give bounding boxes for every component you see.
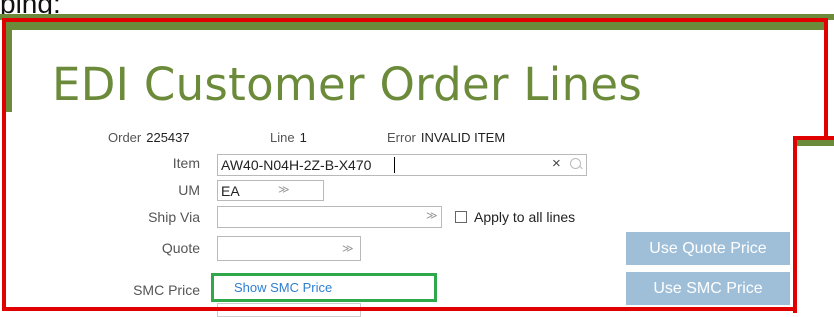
item-label: Item bbox=[172, 155, 200, 171]
error-info: Error INVALID ITEM bbox=[387, 130, 505, 145]
um-label: UM bbox=[178, 182, 200, 198]
top-strip: ping: bbox=[0, 0, 834, 20]
chevron-down-icon: ≫ bbox=[342, 243, 354, 255]
use-quote-price-button[interactable]: Use Quote Price bbox=[626, 232, 790, 265]
smc-price-label: SMC Price bbox=[133, 282, 200, 298]
search-icon[interactable] bbox=[570, 158, 581, 169]
shipvia-select[interactable]: ≫ bbox=[217, 206, 442, 228]
item-input[interactable]: AW40-N04H-2Z-B-X470 × bbox=[217, 154, 587, 176]
header-bar bbox=[6, 22, 824, 30]
um-select[interactable]: EA ≫ bbox=[217, 180, 324, 201]
secondary-header-bar bbox=[797, 140, 834, 146]
apply-all-label: Apply to all lines bbox=[474, 209, 576, 225]
highlight-frame-red-secondary bbox=[793, 136, 834, 313]
text-cursor bbox=[394, 157, 395, 173]
highlight-frame-red-bottom bbox=[2, 307, 794, 311]
show-smc-price-link[interactable]: Show SMC Price bbox=[234, 280, 332, 295]
chevron-down-icon: ≫ bbox=[426, 210, 438, 222]
quote-select[interactable]: ≫ bbox=[217, 236, 361, 261]
close-icon[interactable]: × bbox=[552, 155, 561, 172]
error-value: INVALID ITEM bbox=[420, 130, 506, 145]
quote-label: Quote bbox=[161, 240, 200, 256]
order-value: 225437 bbox=[146, 130, 190, 145]
line-value: 1 bbox=[299, 130, 307, 145]
item-value: AW40-N04H-2Z-B-X470 bbox=[221, 157, 372, 173]
use-smc-price-button[interactable]: Use SMC Price bbox=[626, 272, 790, 305]
order-label: Order bbox=[108, 130, 142, 145]
line-info: Line 1 bbox=[270, 130, 307, 145]
chevron-down-icon: ≫ bbox=[278, 184, 290, 196]
apply-all-checkbox[interactable] bbox=[455, 211, 467, 223]
page-title: EDI Customer Order Lines bbox=[52, 58, 643, 111]
highlight-frame-green: Show SMC Price bbox=[211, 273, 437, 302]
error-label: Error bbox=[387, 130, 416, 145]
line-label: Line bbox=[270, 130, 295, 145]
shipvia-label: Ship Via bbox=[148, 209, 200, 225]
side-bar-accent bbox=[6, 22, 12, 112]
order-info: Order 225437 bbox=[108, 130, 190, 145]
um-value: EA bbox=[221, 183, 240, 199]
